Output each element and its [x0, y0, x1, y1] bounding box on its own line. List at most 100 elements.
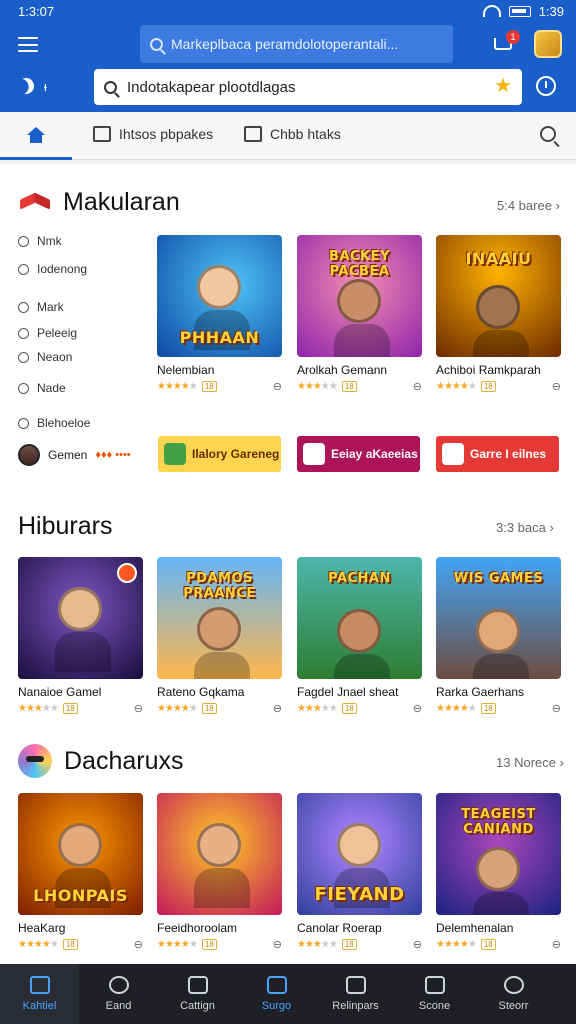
download-icon[interactable]: ⊖ [134, 938, 143, 951]
main-search-input[interactable]: Indotakapear plootdlagas ★ [94, 69, 522, 105]
tab-2-label: Chbb htaks [270, 126, 341, 142]
filter-item[interactable]: Nmk [18, 234, 62, 248]
bottom-navigation: Kahtiel Eand Cattign Surgo Relinpars Sco… [0, 964, 576, 1024]
game-thumbnail [157, 793, 282, 915]
wifi-icon [482, 5, 501, 17]
search-row: ᵻ Indotakapear plootdlagas ★ [0, 66, 576, 112]
tab-search-icon[interactable] [540, 126, 556, 142]
filter-item[interactable]: Neaon [18, 350, 72, 364]
nav-games[interactable]: Cattign [158, 964, 237, 1024]
section-2-see-all[interactable]: 3:3 baca [496, 520, 554, 535]
badge-icon [117, 563, 137, 583]
filter-icon [18, 351, 29, 363]
game-card[interactable]: PHHAAN Nelembian ★★★★★ 18 ⊖ [157, 235, 282, 393]
rating-stars: ★★★★★ [297, 381, 338, 392]
moon-icon [15, 75, 37, 97]
game-card[interactable]: TEAGEIST CANIAND Delemhenalan ★★★★★ 18 ⊖ [436, 793, 561, 951]
nav-search[interactable]: Eand [79, 964, 158, 1024]
game-card[interactable]: FIEYAND Canolar Roerap ★★★★★ 18 ⊖ [297, 793, 422, 951]
download-icon[interactable]: ⊖ [134, 702, 143, 715]
filter-icon [18, 301, 29, 313]
avatar [18, 444, 40, 466]
profile-avatar[interactable] [534, 30, 562, 58]
nav-library[interactable]: Relinpars [316, 964, 395, 1024]
game-card[interactable]: INAAIU Achiboi Ramkparah ★★★★★ 18 ⊖ [436, 235, 561, 393]
game-title: Rateno Gqkama [157, 685, 245, 699]
marketplace-search-placeholder: Markeplbaca peramdolotoperantali... [171, 36, 399, 52]
promo-banner[interactable]: Garre I eilnes [436, 436, 559, 472]
gamepad-icon [187, 976, 208, 994]
card-icon [424, 976, 445, 994]
download-icon[interactable]: ⊖ [413, 938, 422, 951]
download-icon[interactable]: ⊖ [273, 702, 282, 715]
game-thumbnail: BACKEY PACBEA [297, 235, 422, 357]
main-search-value: Indotakapear plootdlagas [127, 78, 296, 96]
filter-item[interactable]: Nade [18, 381, 66, 395]
game-card[interactable]: LHONPAIS HeaKarg ★★★★★ 18 ⊖ [18, 793, 143, 951]
game-thumbnail: PACHAN [297, 557, 422, 679]
theme-toggle-label: ᵻ [44, 78, 47, 94]
game-card[interactable]: PDAMOS PRAANCE Rateno Gqkama ★★★★★ 18 ⊖ [157, 557, 282, 715]
age-tag: 18 [201, 939, 217, 950]
filter-item[interactable]: Mark [18, 300, 64, 314]
home-icon [27, 126, 45, 143]
tab-bar: Ihtsos pbpakes Chbb htaks [0, 112, 576, 160]
game-thumbnail: TEAGEIST CANIAND [436, 793, 561, 915]
game-card[interactable]: Feeidhoroolam ★★★★★ 18 ⊖ [157, 793, 282, 951]
marketplace-search[interactable]: Markeplbaca peramdolotoperantali... [140, 25, 453, 63]
tab-home[interactable] [0, 112, 72, 160]
age-tag: 18 [201, 703, 217, 714]
game-title: Nelembian [157, 363, 215, 377]
nav-cloud[interactable]: Surgo [237, 964, 316, 1024]
game-title: Delemhenalan [436, 921, 514, 935]
menu-icon[interactable] [18, 37, 38, 52]
filter-item[interactable]: Iodenong [18, 262, 87, 276]
tab-2[interactable]: Chbb htaks [244, 126, 341, 142]
filter-item[interactable]: Blehoeloe [18, 416, 90, 430]
download-icon[interactable]: ⊖ [413, 702, 422, 715]
history-icon[interactable] [536, 76, 556, 96]
banner-icon [303, 443, 325, 465]
download-icon[interactable]: ⊖ [552, 938, 561, 951]
nav-home[interactable]: Kahtiel [0, 964, 79, 1024]
cart-button[interactable]: 1 [492, 30, 520, 58]
banner-icon [164, 443, 186, 465]
game-title: Arolkah Gemann [297, 363, 388, 377]
rating-stars: ★★★★★ [436, 703, 477, 714]
game-title: Nanaioe Gamel [18, 685, 102, 699]
section-1-see-all[interactable]: 5:4 baree [497, 198, 560, 213]
game-card[interactable]: Nanaioe Gamel ★★★★★ 18 ⊖ [18, 557, 143, 715]
cloud-icon [266, 976, 287, 994]
game-title: Feeidhoroolam [157, 921, 238, 935]
status-time: 1:3:07 [18, 3, 55, 19]
download-icon[interactable]: ⊖ [552, 702, 561, 715]
star-icon[interactable]: ★ [494, 76, 512, 96]
nav-store[interactable]: Scone [395, 964, 474, 1024]
tab-1[interactable]: Ihtsos pbpakes [93, 126, 213, 142]
age-tag: 18 [341, 381, 357, 392]
download-icon[interactable]: ⊖ [273, 938, 282, 951]
theme-toggle-button[interactable]: ᵻ [18, 78, 47, 94]
filter-icon [18, 263, 29, 275]
promo-banner[interactable]: Eeiay aKaeeias [297, 436, 420, 472]
filter-item[interactable]: Peleeig [18, 326, 77, 340]
filter-icon [18, 382, 29, 394]
download-icon[interactable]: ⊖ [273, 380, 282, 393]
game-card[interactable]: PACHAN Fagdel Jnael sheat ★★★★★ 18 ⊖ [297, 557, 422, 715]
game-card[interactable]: WIS GAMES Rarka Gaerhans ★★★★★ 18 ⊖ [436, 557, 561, 715]
nav-profile[interactable]: Steorr [474, 964, 553, 1024]
game-card[interactable]: BACKEY PACBEA Arolkah Gemann ★★★★★ 18 ⊖ [297, 235, 422, 393]
author-row[interactable]: Gemen ♦♦♦ •••• [18, 444, 131, 466]
download-icon[interactable]: ⊖ [552, 380, 561, 393]
rating-stars: ★★★★★ [157, 939, 198, 950]
list-icon [93, 126, 111, 142]
download-icon[interactable]: ⊖ [413, 380, 422, 393]
age-tag: 18 [480, 939, 496, 950]
game-thumbnail: PDAMOS PRAANCE [157, 557, 282, 679]
section-3-see-all[interactable]: 13 Norece [496, 755, 564, 770]
content-area: Makularan 5:4 baree Nmk Iodenong Mark Pe… [0, 164, 576, 964]
age-tag: 18 [341, 939, 357, 950]
rating-stars: ★★★★★ [297, 703, 338, 714]
promo-banner[interactable]: Ilalory Gareneg [158, 436, 281, 472]
age-tag: 18 [480, 381, 496, 392]
